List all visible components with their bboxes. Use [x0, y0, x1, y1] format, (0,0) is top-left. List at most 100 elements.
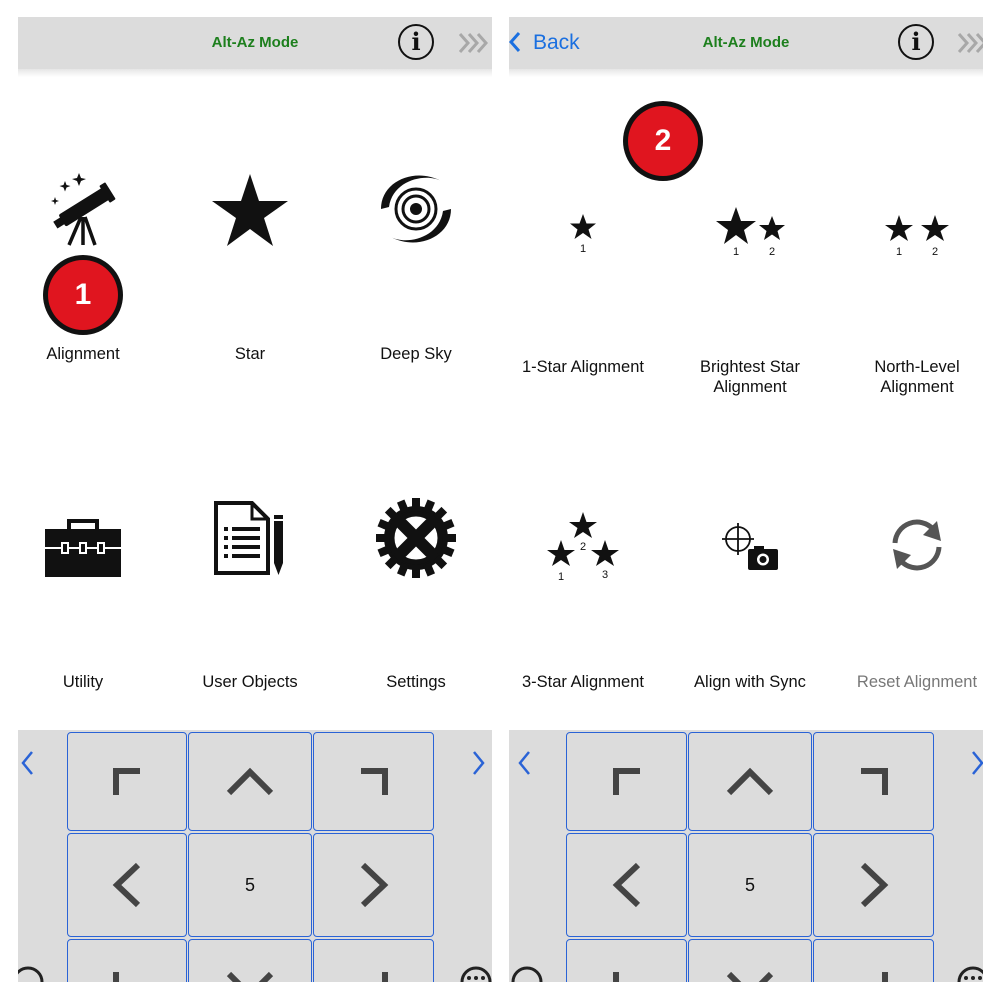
menu-label: Align with Sync [694, 673, 806, 691]
svg-text:1: 1 [896, 246, 902, 258]
chevron-left-icon[interactable] [517, 750, 531, 776]
corner-up-right-icon [860, 767, 888, 795]
speed-value: 5 [744, 874, 755, 895]
svg-text:1: 1 [580, 243, 586, 255]
sync-circle-icon[interactable] [509, 964, 545, 982]
chevron-left-icon [509, 31, 521, 52]
key-up-left[interactable] [67, 732, 187, 831]
menu-label: Star [234, 345, 266, 363]
refresh-icon [892, 519, 942, 571]
key-up-right[interactable] [813, 732, 934, 831]
corner-down-right-icon [881, 972, 888, 982]
direction-keypad: 5 [18, 730, 492, 982]
key-right[interactable] [813, 833, 934, 937]
step-badge: 1 [43, 255, 123, 335]
key-down[interactable] [688, 939, 812, 982]
menu-item-settings[interactable] [337, 498, 492, 578]
menu-item-align-with-sync[interactable] [671, 521, 829, 573]
alignment-menu-screen: Alt-Az Mode Back i 2 1 1-Star Alignment … [509, 17, 983, 982]
key-right[interactable] [313, 833, 434, 937]
chevron-left-icon[interactable] [20, 750, 34, 776]
key-down-right[interactable] [813, 939, 934, 982]
key-up-right[interactable] [313, 732, 434, 831]
gear-icon [376, 498, 456, 578]
nav-bar: Alt-Az Mode Back i [509, 17, 983, 69]
key-down[interactable] [188, 939, 312, 982]
chevron-down-icon [726, 971, 774, 982]
key-up[interactable] [188, 732, 312, 831]
telescope-icon [51, 173, 116, 246]
toolbox-icon [45, 519, 121, 577]
corner-up-left-icon [113, 767, 140, 795]
speed-value: 5 [244, 874, 255, 895]
chevron-down-icon [226, 971, 274, 982]
menu-item-star[interactable] [171, 172, 329, 250]
menu-item-deep-sky[interactable] [337, 169, 492, 249]
one-star-icon: 1 [570, 214, 596, 255]
key-down-right[interactable] [313, 939, 434, 982]
key-up-left[interactable] [566, 732, 687, 831]
key-down-left[interactable] [566, 939, 687, 982]
menu-item-alignment[interactable] [18, 167, 162, 247]
key-left[interactable] [566, 833, 687, 937]
menu-label: North-Level Alignment [874, 358, 960, 396]
menu-item-north-level-alignment[interactable]: 1 2 [838, 213, 983, 259]
back-label: Back [533, 31, 580, 54]
menu-item-utility[interactable] [18, 517, 162, 579]
menu-circle-icon[interactable] [955, 964, 983, 982]
info-icon[interactable]: i [398, 24, 434, 60]
corner-up-left-icon [612, 767, 640, 795]
menu-item-reset-alignment[interactable] [838, 517, 983, 573]
key-center[interactable]: 5 [188, 833, 312, 937]
menu-label: Reset Alignment [856, 673, 978, 691]
chevron-left-icon [612, 862, 640, 908]
main-menu-screen: Alt-Az Mode i Alignment Star Deep Sky 1 … [18, 17, 492, 982]
key-up[interactable] [688, 732, 812, 831]
chevron-left-icon [112, 862, 141, 908]
chevrons-right-icon[interactable] [957, 31, 983, 55]
key-left[interactable] [67, 833, 187, 937]
corner-down-left-icon [113, 972, 119, 982]
menu-item-3-star-alignment[interactable]: 2 1 3 [509, 510, 662, 584]
chevron-up-icon [226, 767, 274, 795]
step-badge: 2 [623, 101, 703, 181]
corner-up-right-icon [360, 767, 388, 795]
svg-text:1: 1 [733, 246, 739, 257]
three-stars-icon: 2 1 3 [547, 512, 619, 583]
back-button[interactable]: Back [509, 17, 580, 69]
menu-label: Deep Sky [380, 345, 452, 363]
svg-text:2: 2 [580, 541, 586, 553]
svg-text:2: 2 [769, 246, 775, 257]
key-center[interactable]: 5 [688, 833, 812, 937]
menu-circle-icon[interactable] [458, 964, 492, 982]
chevron-right-icon [860, 862, 888, 908]
chevron-right-icon[interactable] [472, 750, 486, 776]
menu-label: Alignment [46, 345, 120, 363]
menu-label: Brightest Star Alignment [700, 358, 800, 396]
two-stars-icon: 1 2 [716, 207, 785, 257]
nav-bar: Alt-Az Mode i [18, 17, 492, 69]
chevron-right-icon[interactable] [971, 750, 983, 776]
menu-item-user-objects[interactable] [171, 499, 329, 579]
direction-keypad: 5 [509, 730, 983, 982]
menu-label: Utility [62, 673, 104, 691]
svg-text:3: 3 [602, 569, 608, 581]
star-icon [212, 174, 288, 246]
sync-circle-icon[interactable] [18, 964, 46, 982]
menu-item-brightest-star-alignment[interactable]: 1 2 [671, 205, 829, 257]
svg-text:1: 1 [558, 571, 564, 583]
menu-label: Settings [386, 673, 446, 691]
document-pencil-icon [214, 501, 283, 575]
two-small-stars-icon: 1 2 [885, 215, 949, 258]
corner-down-right-icon [381, 972, 388, 982]
crosshair-camera-icon [722, 523, 778, 570]
chevron-right-icon [360, 862, 388, 908]
menu-item-1-star-alignment[interactable]: 1 [509, 212, 662, 256]
key-down-left[interactable] [67, 939, 187, 982]
galaxy-icon [381, 175, 451, 243]
svg-text:2: 2 [932, 246, 938, 258]
corner-down-left-icon [612, 972, 619, 982]
chevrons-right-icon[interactable] [458, 31, 492, 55]
chevron-up-icon [726, 767, 774, 795]
info-icon[interactable]: i [898, 24, 934, 60]
